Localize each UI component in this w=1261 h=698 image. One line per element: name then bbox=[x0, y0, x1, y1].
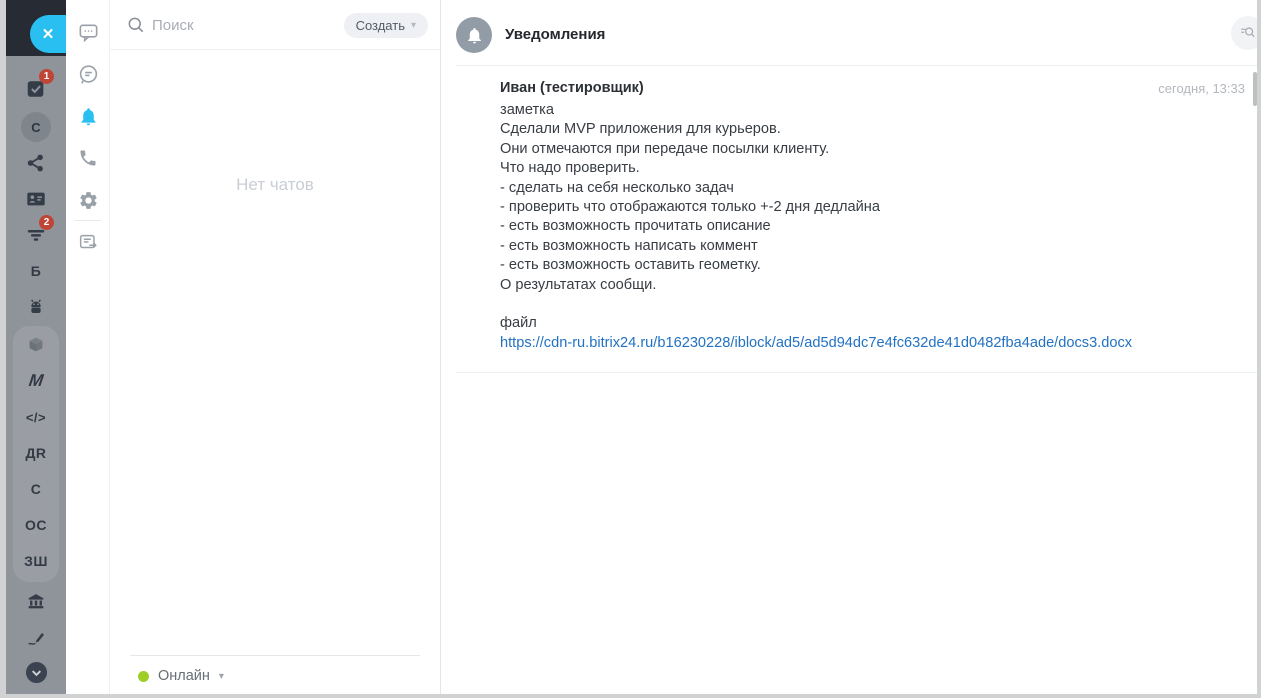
sidebar-item-tasks[interactable] bbox=[6, 76, 66, 102]
sidebar-item-label: Б bbox=[31, 263, 42, 279]
app-sidebar: ✕ 1 C 2 Б bbox=[6, 0, 66, 694]
avatar: C bbox=[21, 112, 51, 142]
bell-icon bbox=[465, 26, 484, 45]
nav-settings[interactable] bbox=[66, 187, 110, 213]
sidebar-item-cube[interactable] bbox=[6, 332, 66, 358]
sidebar-item-network[interactable] bbox=[6, 150, 66, 176]
notification-search-button[interactable] bbox=[1231, 16, 1257, 50]
sidebar-item-label: ОС bbox=[25, 517, 47, 533]
empty-chats-message: Нет чатов bbox=[110, 175, 440, 195]
tasks-badge: 1 bbox=[39, 69, 54, 84]
signature-icon bbox=[25, 626, 47, 648]
bank-icon bbox=[25, 590, 47, 612]
chat-list-panel: Создать ▾ Нет чатов Онлайн ▾ bbox=[110, 0, 441, 694]
sidebar-item-dr[interactable]: ДR bbox=[6, 440, 66, 466]
create-button-label: Создать bbox=[356, 18, 405, 33]
sidebar-item-label: ДR bbox=[25, 445, 46, 461]
sidebar-item-label: ЗШ bbox=[24, 553, 48, 569]
share-icon bbox=[25, 152, 47, 174]
close-icon: ✕ bbox=[42, 25, 55, 43]
status-divider bbox=[130, 655, 420, 656]
sidebar-item-marketplace[interactable]: M bbox=[6, 368, 66, 394]
nav-chats[interactable] bbox=[66, 19, 110, 45]
history-export-icon bbox=[77, 231, 99, 253]
sidebar-item-c[interactable]: С bbox=[6, 476, 66, 502]
filter-badge: 2 bbox=[39, 215, 54, 230]
phone-icon bbox=[78, 148, 98, 168]
header-divider bbox=[456, 65, 1257, 66]
create-button[interactable]: Создать ▾ bbox=[344, 13, 428, 38]
android-icon bbox=[25, 296, 47, 318]
notification-body: заметка Сделали MVP приложения для курье… bbox=[500, 101, 1227, 334]
notification-author: Иван (тестировщик) bbox=[500, 80, 644, 96]
sidebar-item-profile[interactable]: C bbox=[6, 112, 66, 142]
chat-icon bbox=[77, 21, 100, 44]
messenger-nav bbox=[66, 0, 110, 694]
sidebar-dark-header: ✕ bbox=[6, 0, 66, 56]
attachment-link[interactable]: https://cdn-ru.bitrix24.ru/b16230228/ibl… bbox=[500, 334, 1227, 353]
cube-icon bbox=[25, 334, 47, 356]
notifications-avatar bbox=[456, 17, 492, 53]
sidebar-item-b[interactable]: Б bbox=[6, 258, 66, 284]
sidebar-item-zsh[interactable]: ЗШ bbox=[6, 548, 66, 574]
sidebar-item-label: С bbox=[31, 481, 42, 497]
contact-card-icon bbox=[25, 188, 47, 210]
sidebar-item-company[interactable] bbox=[6, 588, 66, 614]
sidebar-item-os[interactable]: ОС bbox=[6, 512, 66, 538]
sidebar-item-collapse[interactable] bbox=[6, 659, 66, 685]
scrollbar-thumb[interactable] bbox=[1253, 72, 1257, 106]
nav-divider bbox=[74, 220, 101, 221]
search-icon bbox=[126, 15, 146, 35]
sidebar-item-developer[interactable]: </> bbox=[6, 404, 66, 430]
filter-search-icon bbox=[1239, 24, 1257, 42]
notifications-bell-icon bbox=[78, 106, 99, 127]
notification-message: заметка Сделали MVP приложения для курье… bbox=[500, 101, 1227, 353]
sidebar-item-sign[interactable] bbox=[6, 624, 66, 650]
close-button[interactable]: ✕ bbox=[30, 15, 66, 53]
chat-list-header: Создать ▾ bbox=[110, 0, 440, 50]
nav-calls[interactable] bbox=[66, 145, 110, 171]
nav-openlines[interactable] bbox=[66, 61, 110, 87]
online-status-dot bbox=[138, 671, 149, 682]
nav-history[interactable] bbox=[66, 229, 110, 255]
sidebar-item-android[interactable] bbox=[6, 294, 66, 320]
chevron-down-icon: ▾ bbox=[219, 671, 224, 682]
openlines-icon bbox=[77, 63, 100, 86]
online-status-label: Онлайн bbox=[158, 668, 210, 684]
marketplace-icon: M bbox=[27, 371, 44, 391]
search-input[interactable] bbox=[152, 12, 352, 38]
sidebar-item-contacts[interactable] bbox=[6, 186, 66, 212]
chevron-down-icon: ▾ bbox=[411, 20, 416, 31]
settings-gear-icon bbox=[78, 190, 99, 211]
notification-timestamp: сегодня, 13:33 bbox=[1158, 81, 1245, 96]
sidebar-item-filter[interactable] bbox=[6, 222, 66, 248]
chevron-down-icon bbox=[25, 661, 48, 684]
online-status-selector[interactable]: Онлайн ▾ bbox=[138, 668, 224, 684]
code-icon: </> bbox=[26, 410, 46, 425]
nav-notifications[interactable] bbox=[66, 103, 110, 129]
page-title: Уведомления bbox=[505, 26, 605, 43]
notification-divider bbox=[456, 372, 1257, 373]
notifications-panel: Уведомления Иван (тестировщик) сегодня, … bbox=[441, 0, 1257, 694]
bitrix-messenger-window: ✕ 1 C 2 Б bbox=[6, 0, 1257, 694]
notifications-header: Уведомления bbox=[441, 0, 1257, 66]
